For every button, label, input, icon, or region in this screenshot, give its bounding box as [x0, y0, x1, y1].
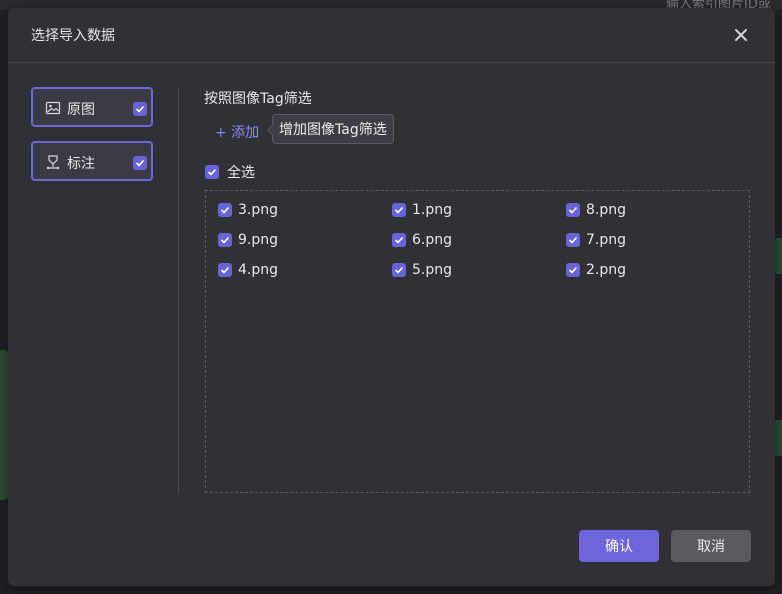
- file-checkbox[interactable]: [218, 203, 232, 217]
- cancel-button[interactable]: 取消: [671, 530, 751, 562]
- file-list: 3.png 1.png 8.png 9.png 6.png 7.png 4.pn…: [205, 190, 750, 493]
- close-icon: [735, 29, 747, 41]
- background-right-panel: [774, 420, 782, 456]
- file-checkbox[interactable]: [218, 233, 232, 247]
- file-checkbox[interactable]: [218, 263, 232, 277]
- tag-filter-title: 按照图像Tag筛选: [204, 91, 312, 107]
- close-button[interactable]: [728, 22, 754, 48]
- file-name: 5.png: [412, 262, 453, 278]
- dialog-title: 选择导入数据: [31, 28, 115, 44]
- background-left-panel: [0, 350, 8, 500]
- file-checkbox[interactable]: [392, 203, 406, 217]
- select-all-label: 全选: [227, 165, 255, 181]
- file-checkbox[interactable]: [566, 203, 580, 217]
- file-checkbox[interactable]: [392, 233, 406, 247]
- annotation-icon: [46, 155, 60, 170]
- file-item[interactable]: 7.png: [566, 232, 626, 248]
- file-item[interactable]: 4.png: [218, 262, 278, 278]
- file-checkbox[interactable]: [392, 263, 406, 277]
- image-icon: [45, 101, 61, 115]
- file-name: 6.png: [412, 232, 453, 248]
- file-item[interactable]: 6.png: [392, 232, 452, 248]
- file-item[interactable]: 8.png: [566, 202, 626, 218]
- source-label: 原图: [67, 102, 95, 118]
- file-name: 2.png: [586, 262, 627, 278]
- vertical-divider: [178, 88, 179, 494]
- source-card-original[interactable]: 原图: [31, 87, 153, 127]
- source-checkbox[interactable]: [133, 102, 147, 116]
- background-right-panel: [774, 238, 782, 274]
- source-checkbox[interactable]: [133, 156, 147, 170]
- file-checkbox[interactable]: [566, 263, 580, 277]
- file-item[interactable]: 3.png: [218, 202, 278, 218]
- dialog-header: 选择导入数据: [8, 8, 775, 63]
- file-name: 9.png: [238, 232, 279, 248]
- file-item[interactable]: 1.png: [392, 202, 452, 218]
- file-name: 7.png: [586, 232, 627, 248]
- file-name: 8.png: [586, 202, 627, 218]
- file-checkbox[interactable]: [566, 233, 580, 247]
- select-all-checkbox[interactable]: 全选: [205, 162, 255, 182]
- confirm-button[interactable]: 确认: [579, 530, 659, 562]
- add-tag-filter-tooltip: 增加图像Tag筛选: [267, 114, 394, 144]
- file-name: 1.png: [412, 202, 453, 218]
- file-item[interactable]: 5.png: [392, 262, 452, 278]
- import-data-dialog: 选择导入数据 原图 标注 按照图像Tag筛选 + 添加 增加图像Tag筛选 全选…: [8, 8, 775, 586]
- file-item[interactable]: 9.png: [218, 232, 278, 248]
- file-item[interactable]: 2.png: [566, 262, 626, 278]
- file-name: 4.png: [238, 262, 279, 278]
- checkbox-checked[interactable]: [205, 165, 219, 179]
- source-label: 标注: [67, 156, 95, 172]
- source-card-annotation[interactable]: 标注: [31, 141, 153, 181]
- file-name: 3.png: [238, 202, 279, 218]
- add-tag-filter-link[interactable]: + 添加: [215, 122, 259, 142]
